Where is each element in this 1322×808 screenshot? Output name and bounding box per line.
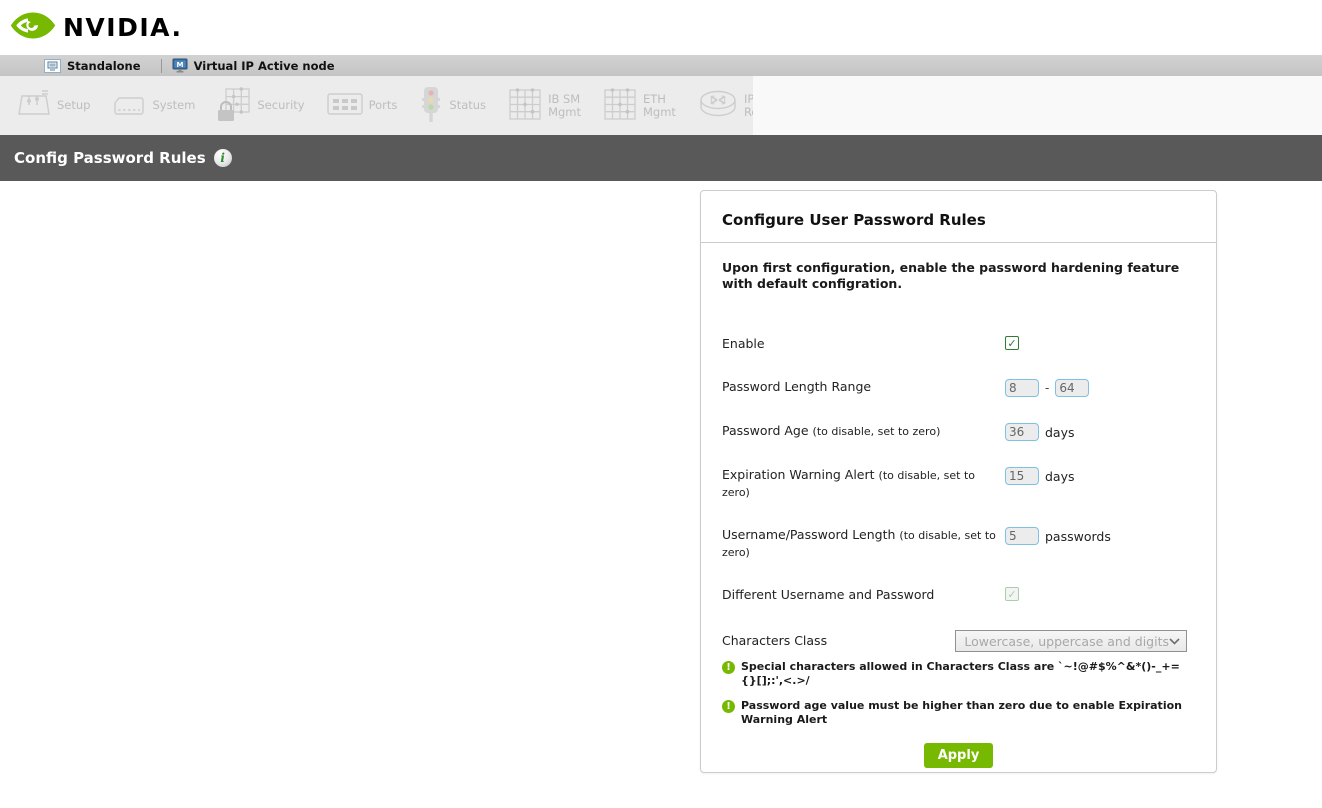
toolbar-item-eth-mgmt[interactable]: ETHMgmt xyxy=(602,86,676,126)
characters-class-select[interactable]: Lowercase, uppercase and digits xyxy=(955,630,1187,652)
system-icon xyxy=(111,87,147,125)
alert-icon: ! xyxy=(722,700,735,713)
toolbar-label-ib-sm-mgmt: IB SMMgmt xyxy=(548,93,581,119)
toolbar-item-security[interactable]: Security xyxy=(216,86,304,126)
row-different-username-password: Different Username and Password xyxy=(722,587,1195,604)
nvidia-logo-text: NVIDIA. xyxy=(63,13,182,42)
expiration-warning-input[interactable] xyxy=(1005,467,1039,485)
tab-separator xyxy=(161,59,162,73)
standalone-monitor-icon xyxy=(44,59,61,73)
note-special-characters: ! Special characters allowed in Characte… xyxy=(722,660,1195,688)
setup-icon xyxy=(16,87,52,125)
svg-text:M: M xyxy=(176,61,183,69)
note-special-characters-text: Special characters allowed in Characters… xyxy=(741,660,1195,688)
username-password-length-label: Username/Password Length (to disable, se… xyxy=(722,527,1005,561)
toolbar-label-system: System xyxy=(152,99,195,112)
row-enable: Enable xyxy=(722,336,1195,353)
toolbar-item-ports[interactable]: Ports xyxy=(326,90,398,122)
row-password-length-range: Password Length Range - xyxy=(722,379,1195,397)
password-length-max-input[interactable] xyxy=(1055,379,1089,397)
range-separator: - xyxy=(1045,381,1049,395)
toolbar-spacer xyxy=(753,76,1322,135)
characters-class-value: Lowercase, uppercase and digits xyxy=(964,634,1169,649)
toolbar-label-eth-mgmt: ETHMgmt xyxy=(643,93,676,119)
username-password-length-suffix: passwords xyxy=(1045,529,1111,544)
password-length-min-input[interactable] xyxy=(1005,379,1039,397)
nvidia-eye-icon xyxy=(10,9,56,46)
security-icon xyxy=(216,86,252,126)
password-length-range-label: Password Length Range xyxy=(722,379,1005,395)
row-expiration-warning: Expiration Warning Alert (to disable, se… xyxy=(722,467,1195,501)
content-area: Configure User Password Rules Upon first… xyxy=(0,181,1322,808)
tab-virtual-ip[interactable]: M Virtual IP Active node xyxy=(172,55,345,76)
ip-route-icon xyxy=(697,89,739,123)
row-characters-class: Characters Class Lowercase, uppercase an… xyxy=(722,630,1195,652)
main-toolbar: Setup System xyxy=(0,76,1322,135)
status-icon xyxy=(418,85,444,127)
toolbar-items: Setup System xyxy=(0,76,753,135)
toolbar-item-status[interactable]: Status xyxy=(418,85,486,127)
panel-body: Upon first configuration, enable the pas… xyxy=(701,243,1216,768)
row-username-password-length: Username/Password Length (to disable, se… xyxy=(722,527,1195,561)
ports-icon xyxy=(326,90,364,122)
toolbar-label-setup: Setup xyxy=(57,99,90,112)
alert-icon: ! xyxy=(722,661,735,674)
node-tab-bar: Standalone M Virtual IP Active node xyxy=(0,55,1322,76)
page-title: Config Password Rules xyxy=(14,149,206,167)
password-age-suffix: days xyxy=(1045,425,1075,440)
tab-standalone-label: Standalone xyxy=(67,59,141,73)
apply-button[interactable]: Apply xyxy=(924,743,994,768)
tab-standalone[interactable]: Standalone xyxy=(44,55,151,76)
row-password-age: Password Age (to disable, set to zero) d… xyxy=(722,423,1195,441)
intro-text: Upon first configuration, enable the pas… xyxy=(722,260,1195,292)
expiration-warning-suffix: days xyxy=(1045,469,1075,484)
top-header: NVIDIA. xyxy=(0,0,1322,55)
expiration-warning-label: Expiration Warning Alert (to disable, se… xyxy=(722,467,1005,501)
eth-mgmt-icon xyxy=(602,86,638,126)
toolbar-label-status: Status xyxy=(449,99,486,112)
toolbar-item-setup[interactable]: Setup xyxy=(16,87,90,125)
info-icon[interactable]: i xyxy=(214,149,232,167)
note-password-age-text: Password age value must be higher than z… xyxy=(741,699,1195,727)
chevron-down-icon xyxy=(1169,638,1180,645)
toolbar-item-ib-sm-mgmt[interactable]: IB SMMgmt xyxy=(507,86,581,126)
different-username-password-label: Different Username and Password xyxy=(722,587,1005,603)
password-age-input[interactable] xyxy=(1005,423,1039,441)
panel-header: Configure User Password Rules xyxy=(701,191,1216,243)
username-password-length-input[interactable] xyxy=(1005,527,1039,545)
different-username-password-checkbox[interactable] xyxy=(1005,587,1019,601)
page-header-bar: Config Password Rules i xyxy=(0,135,1322,181)
nvidia-logo: NVIDIA. xyxy=(10,9,182,46)
toolbar-label-security: Security xyxy=(257,99,304,112)
toolbar-item-system[interactable]: System xyxy=(111,87,195,125)
enable-label: Enable xyxy=(722,336,1005,352)
password-age-label: Password Age (to disable, set to zero) xyxy=(722,423,1005,440)
virtual-ip-monitor-icon: M xyxy=(172,58,188,73)
password-rules-panel: Configure User Password Rules Upon first… xyxy=(700,190,1217,773)
apply-container: Apply xyxy=(722,743,1195,768)
enable-checkbox[interactable] xyxy=(1005,336,1019,350)
panel-title: Configure User Password Rules xyxy=(722,211,1195,229)
ib-sm-mgmt-icon xyxy=(507,86,543,126)
characters-class-label: Characters Class xyxy=(722,633,955,649)
tab-virtual-ip-label: Virtual IP Active node xyxy=(194,59,335,73)
toolbar-label-ports: Ports xyxy=(369,99,398,112)
note-password-age: ! Password age value must be higher than… xyxy=(722,699,1195,727)
